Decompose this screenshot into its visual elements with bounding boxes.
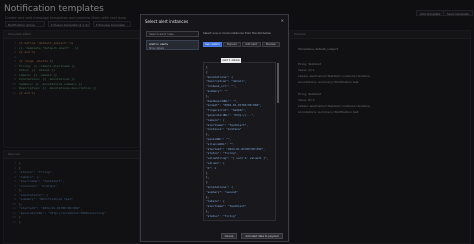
cancel-button[interactable]: Cancel [221,233,237,239]
modal-title: Select alert instances [145,19,189,24]
json-scrollbar[interactable] [277,63,279,103]
search-input[interactable]: Search alert rules [146,31,199,37]
alert-list-item[interactable]: Alert in alerts Show details [146,40,199,50]
modal-instructions: Select one or more instances from the li… [203,31,271,35]
select-alert-instances-modal: Select alert instances ✕ Search alert ru… [140,14,289,242]
alert-list-item-subtitle: Show details [149,47,165,50]
tab-add-alert[interactable]: Add alert [242,42,261,47]
tooltip: Alert 1 details [221,58,241,63]
close-icon[interactable]: ✕ [281,18,284,23]
tab-payload[interactable]: Payload [222,42,241,47]
payload-tabs: Use custom Payload Add alert Preview [203,42,280,47]
json-line: } [206,218,208,221]
json-content: [ { "annotations": { "description": "det… [206,65,273,221]
tab-use-custom[interactable]: Use custom [203,42,222,47]
tab-preview[interactable]: Preview [261,42,280,47]
add-alert-data-button[interactable]: Add alert data to payload [241,233,283,239]
alert-json-viewer[interactable]: [ { "annotations": { "description": "det… [203,62,276,221]
